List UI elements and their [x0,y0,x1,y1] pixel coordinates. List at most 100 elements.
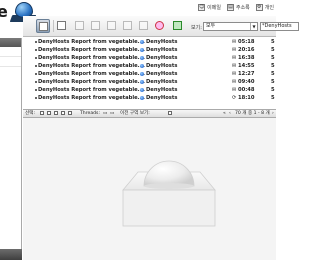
select-unread-checkbox[interactable] [54,110,58,117]
top-link-label: 개인 [264,5,274,11]
message-row[interactable]: DenyHosts Report from vegetable.… DenyHo… [23,70,276,78]
mark-icon [173,21,182,30]
message-time: 14:55 [238,63,255,69]
message-time: 16:38 [238,55,255,61]
sender-status-icon [140,48,144,52]
message-subject: DenyHosts Report from vegetable.… [38,95,145,101]
compose-button[interactable] [36,19,50,33]
sender-status-icon [140,80,144,84]
message-time: 00:48 [238,87,255,93]
message-size: 5 [271,95,275,101]
top-link-personal[interactable]: ⚙ 개인 [255,4,274,11]
select-label: 선택: [25,111,36,116]
chevron-down-icon: ▼ [250,23,257,30]
reply-all-button[interactable] [89,19,103,33]
toolbar: 보기: 모두 ▼ *DenyHosts [23,16,299,37]
pencil-icon [57,21,66,30]
envelope-icon: ✉ [232,39,237,45]
message-sender: DenyHosts [146,87,178,93]
view-filter-label: 보기: [191,25,202,31]
toolbar-divider [53,20,54,32]
message-row[interactable]: DenyHosts Report from vegetable.… DenyHo… [23,62,276,70]
search-value: *DenyHosts [262,23,292,29]
envelope-icon: ✉ [232,79,237,85]
first-page-icon[interactable]: « [223,110,226,117]
message-size: 5 [271,47,275,53]
folder-pane [0,38,22,260]
logo-wordmark: e [0,2,8,21]
unread-bullet-icon [35,49,37,51]
message-sender: DenyHosts [146,55,178,61]
thread-toggle-icon[interactable]: ▭ [103,110,107,117]
message-subject: DenyHosts Report from vegetable.… [38,87,145,93]
mailbox-icon [39,22,48,31]
message-time: 20:16 [238,47,255,53]
top-link-addressbook[interactable]: ▤ 주소록 [226,4,250,11]
message-size: 5 [271,87,275,93]
next-page-icon[interactable]: › [272,110,274,117]
move-button[interactable] [137,19,151,33]
folder-pane-header [0,38,21,47]
prev-page-icon[interactable]: ‹ [229,110,231,117]
top-link-label: 이메일 [207,5,221,11]
preview-toggle-label: 이전 구역 보기: [120,111,150,116]
message-time: 18:10 [238,95,255,101]
message-size: 5 [271,55,275,61]
message-subject: DenyHosts Report from vegetable.… [38,47,145,53]
message-size: 5 [271,71,275,77]
reply-all-icon [91,21,100,30]
top-link-mail[interactable]: ☺ 이메일 [198,4,221,11]
envelope-icon: ✉ [232,47,237,53]
write-button[interactable] [55,19,69,33]
print-button[interactable] [121,19,135,33]
message-row[interactable]: DenyHosts Report from vegetable.… DenyHo… [23,38,276,46]
refresh-icon: ⟳ [232,95,237,101]
unread-bullet-icon [35,65,37,67]
message-row[interactable]: DenyHosts Report from vegetable.… DenyHo… [23,94,276,102]
unread-bullet-icon [35,97,37,99]
reply-button[interactable] [73,19,87,33]
sender-status-icon [140,96,144,100]
message-subject: DenyHosts Report from vegetable.… [38,55,145,61]
folder-item[interactable] [0,57,21,67]
folder-pane-footer [0,249,22,260]
logo-tagline [2,22,3,26]
message-sender: DenyHosts [146,95,178,101]
forward-button[interactable] [105,19,119,33]
message-row[interactable]: DenyHosts Report from vegetable.… DenyHo… [23,78,276,86]
top-links: ☺ 이메일 ▤ 주소록 ⚙ 개인 [198,4,274,11]
envelope-icon: ✉ [232,55,237,61]
page-range: 70 개 중 1 - 8 개 [235,111,270,116]
select-none-checkbox[interactable] [68,110,72,117]
delete-button[interactable] [153,19,167,33]
unread-bullet-icon [35,57,37,59]
message-size: 5 [271,39,275,45]
print-icon [123,21,132,30]
message-row[interactable]: DenyHosts Report from vegetable.… DenyHo… [23,86,276,94]
message-size: 5 [271,63,275,69]
message-row[interactable]: DenyHosts Report from vegetable.… DenyHo… [23,54,276,62]
select-all-checkbox[interactable] [40,110,44,117]
envelope-icon: ✉ [232,63,237,69]
search-input[interactable]: *DenyHosts [260,22,299,31]
preview-toggle-checkbox[interactable] [168,110,172,117]
unread-bullet-icon [35,41,37,43]
sender-status-icon [140,72,144,76]
forward-icon [107,21,116,30]
view-filter-select[interactable]: 모두 ▼ [203,22,258,31]
select-read-checkbox[interactable] [47,110,51,117]
preview-pane [23,118,276,260]
message-time: 09:40 [238,79,255,85]
message-time: 12:27 [238,71,255,77]
address-book-icon: ▤ [226,4,234,11]
thread-toggle-icon[interactable]: ▭ [110,110,114,117]
message-subject: DenyHosts Report from vegetable.… [38,39,145,45]
select-flagged-checkbox[interactable] [61,110,65,117]
message-row[interactable]: DenyHosts Report from vegetable.… DenyHo… [23,46,276,54]
mark-button[interactable] [171,19,185,33]
message-sender: DenyHosts [146,71,178,77]
threads-label: Threads: [80,111,101,116]
message-subject: DenyHosts Report from vegetable.… [38,79,145,85]
folder-item[interactable] [0,47,21,57]
message-sender: DenyHosts [146,39,178,45]
